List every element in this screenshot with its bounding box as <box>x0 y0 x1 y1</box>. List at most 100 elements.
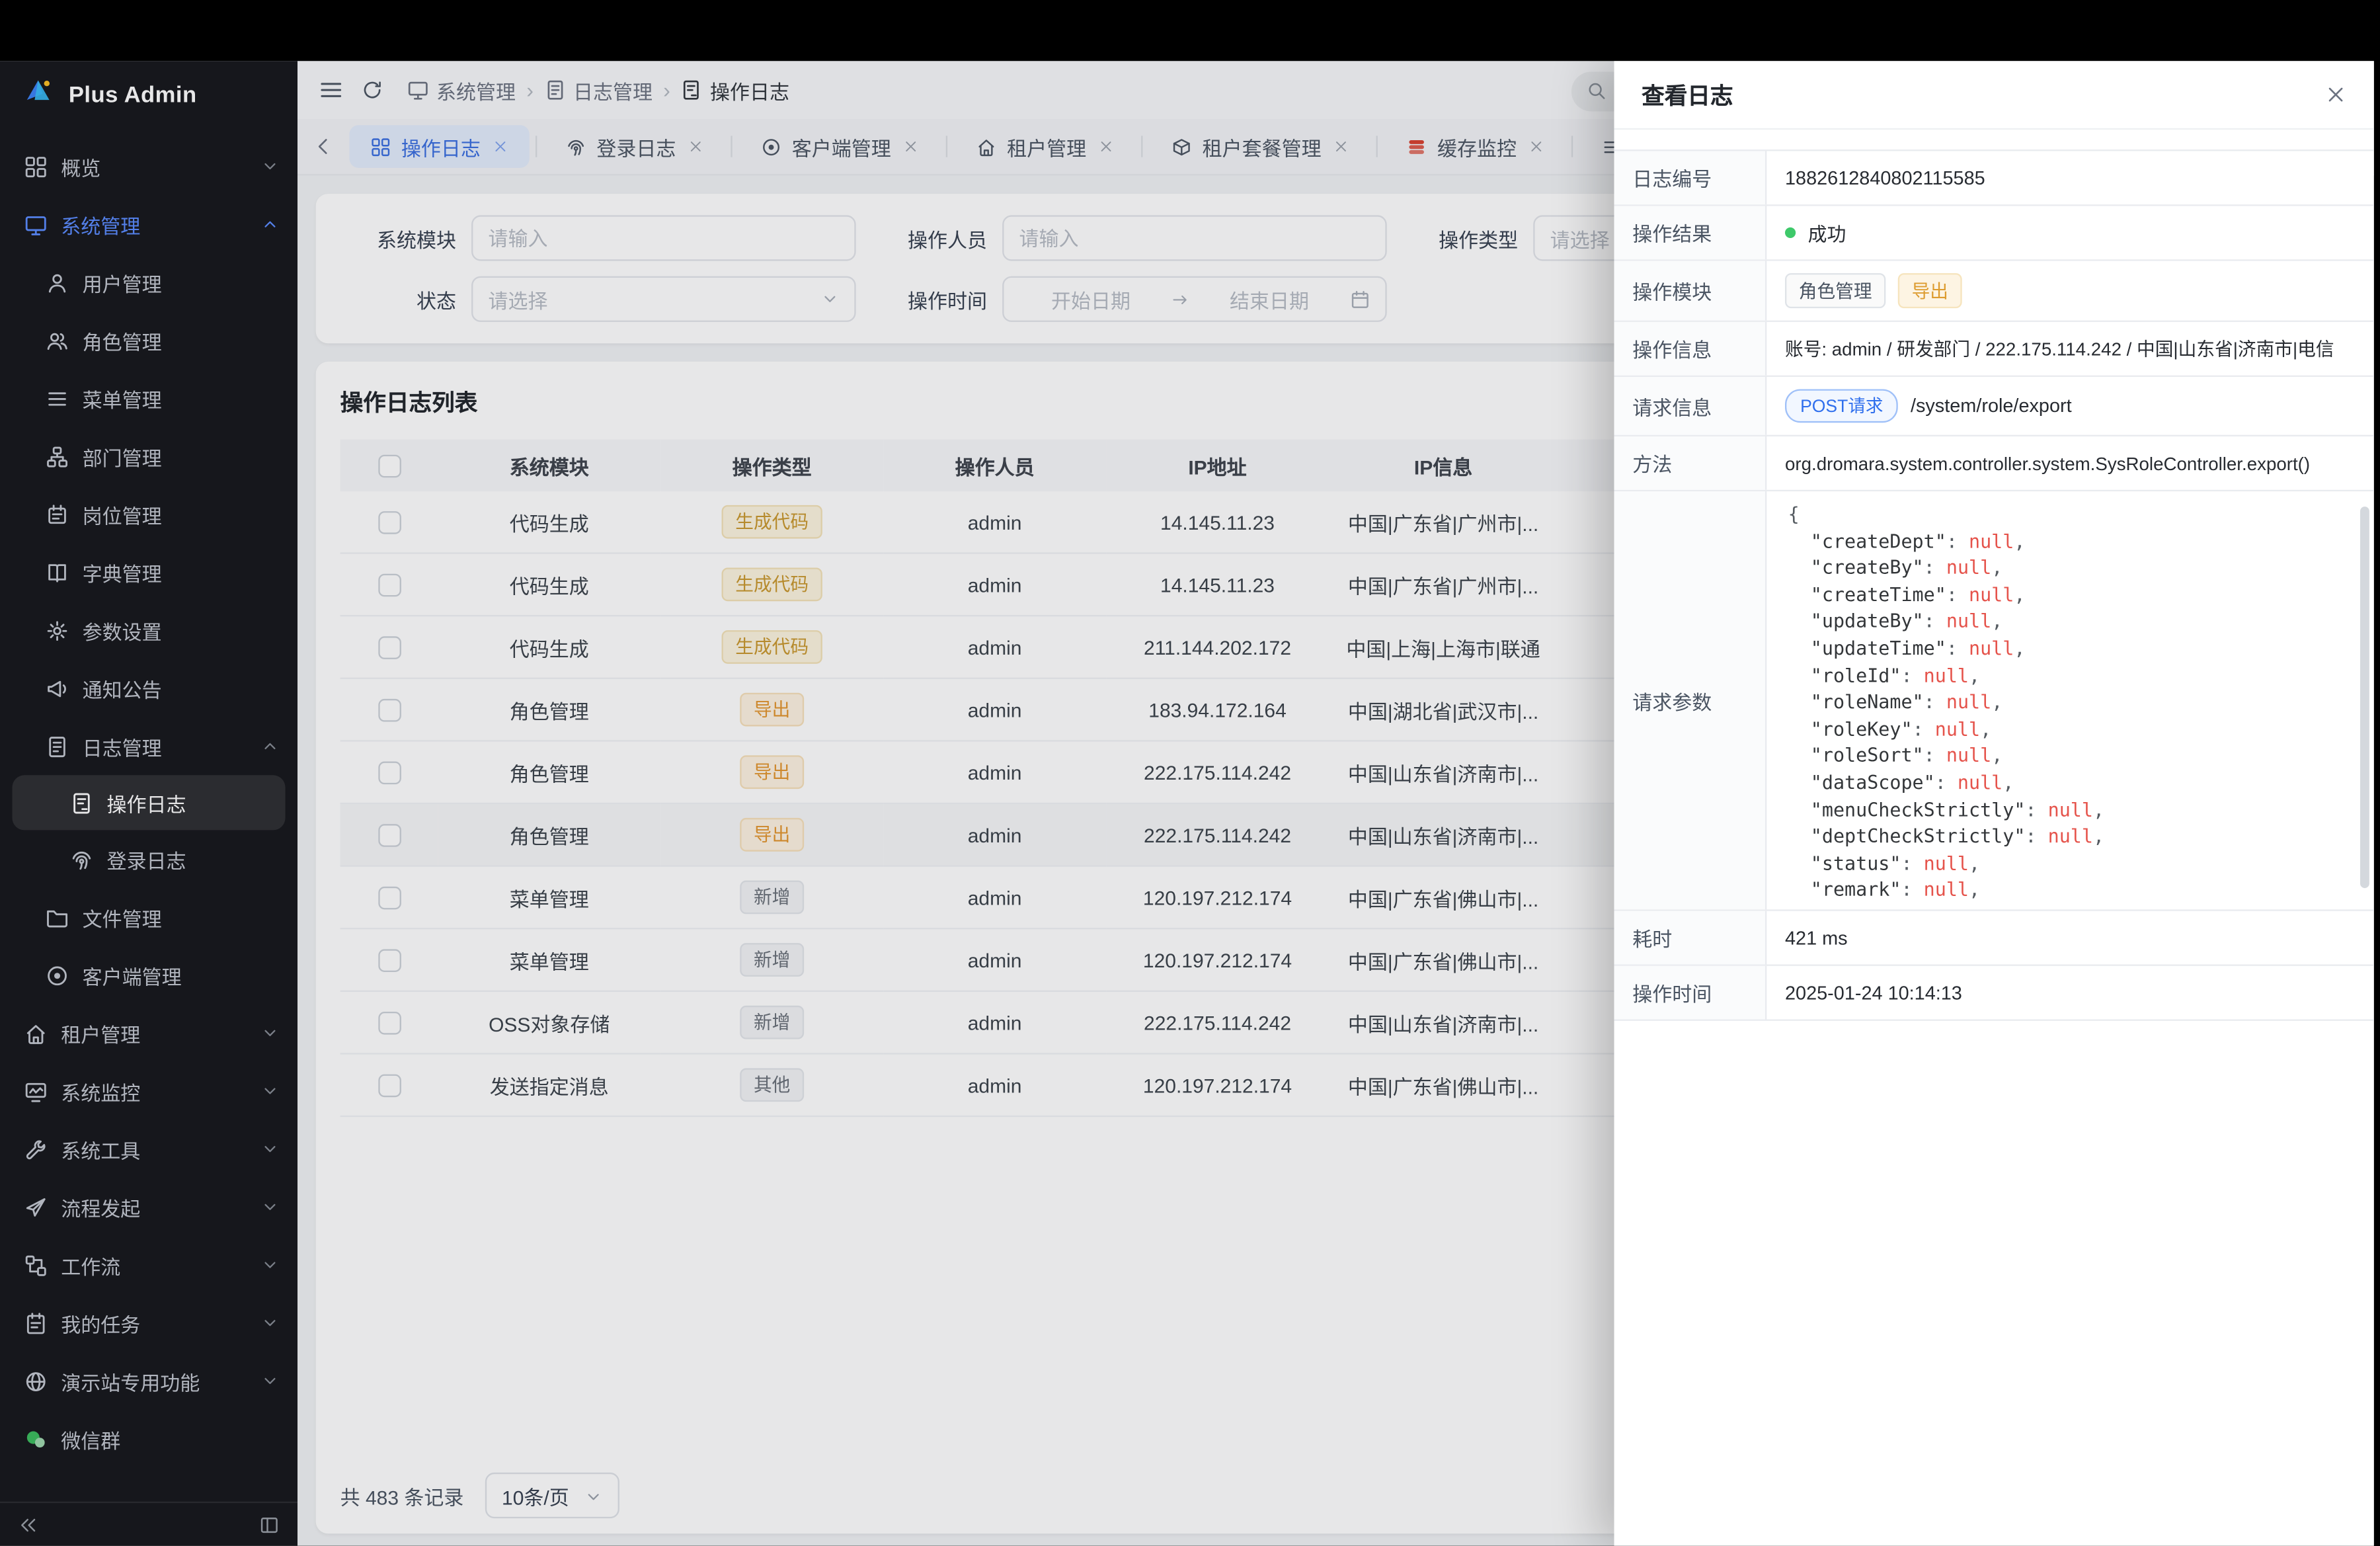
sidebar-item-my-tasks[interactable]: 我的任务 <box>0 1294 298 1352</box>
sidebar-item-post-mgmt[interactable]: 岗位管理 <box>0 485 298 544</box>
module-tag: 角色管理 <box>1785 273 1885 308</box>
row-checkbox[interactable] <box>377 887 401 910</box>
operation-time-daterange[interactable]: 开始日期结束日期 <box>1002 276 1387 322</box>
tab-tenant-mgmt[interactable]: 租户管理 <box>955 125 1135 168</box>
field-value: 1882612840802115585 <box>1785 167 1985 188</box>
sidebar-item-user-mgmt[interactable]: 用户管理 <box>0 253 298 311</box>
drawer-title: 查看日志 <box>1642 79 1733 110</box>
sidebar-item-system[interactable]: 系统管理 <box>0 195 298 253</box>
row-checkbox[interactable] <box>377 699 401 722</box>
status-select[interactable]: 请选择 <box>471 276 856 322</box>
tab-close-icon[interactable] <box>1529 139 1544 154</box>
row-checkbox[interactable] <box>377 949 401 972</box>
sidebar-item-dict-mgmt[interactable]: 字典管理 <box>0 544 298 602</box>
tab-cache-monitor[interactable]: 缓存监控 <box>1386 125 1566 168</box>
request-params-code[interactable]: { "createDept": null, "createBy": null, … <box>1766 491 2373 909</box>
pin-sidebar-button[interactable] <box>259 1514 279 1534</box>
operation-type-badge: 导出 <box>740 755 804 789</box>
sidebar-item-sys-tools[interactable]: 系统工具 <box>0 1120 298 1178</box>
tab-close-icon[interactable] <box>688 139 703 154</box>
sidebar-item-op-log[interactable]: 操作日志 <box>12 775 285 830</box>
row-checkbox[interactable] <box>377 1075 401 1098</box>
sidebar-item-overview[interactable]: 概览 <box>0 138 298 196</box>
row-checkbox[interactable] <box>377 824 401 847</box>
row-checkbox[interactable] <box>377 636 401 659</box>
operation-type-badge: 新增 <box>740 881 804 915</box>
close-icon[interactable] <box>2325 84 2346 105</box>
tab-label: 客户端管理 <box>792 132 891 161</box>
breadcrumb-item-system[interactable]: 系统管理 <box>407 75 516 104</box>
tab-op-log[interactable]: 操作日志 <box>349 125 529 168</box>
scrollbar-thumb[interactable] <box>2360 507 2369 888</box>
close-icon[interactable] <box>1529 139 1544 154</box>
field-value-cell: { "createDept": null, "createBy": null, … <box>1766 491 2373 909</box>
breadcrumb-label: 操作日志 <box>710 75 789 104</box>
hamburger-menu-button[interactable] <box>319 78 343 102</box>
tab-login-log[interactable]: 登录日志 <box>545 125 725 168</box>
sidebar-item-client-mgmt[interactable]: 客户端管理 <box>0 946 298 1004</box>
sidebar-item-workflow[interactable]: 工作流 <box>0 1236 298 1294</box>
sidebar-item-label: 用户管理 <box>83 268 162 297</box>
close-icon[interactable] <box>688 139 703 154</box>
log-icon <box>46 735 69 758</box>
sidebar-item-dept-mgmt[interactable]: 部门管理 <box>0 427 298 485</box>
operator-input[interactable] <box>1002 215 1387 261</box>
cell-operator: admin <box>883 553 1106 616</box>
sidebar-item-menu-mgmt[interactable]: 菜单管理 <box>0 369 298 427</box>
sidebar-item-tenant-mgmt[interactable]: 租户管理 <box>0 1004 298 1062</box>
app-logo[interactable]: Plus Admin <box>0 61 298 128</box>
sidebar-item-notice[interactable]: 通知公告 <box>0 659 298 717</box>
module-tag: 导出 <box>1898 273 1962 308</box>
collapse-sidebar-button[interactable] <box>19 1514 38 1534</box>
tab-close-icon[interactable] <box>1099 139 1114 154</box>
sidebar-item-login-log[interactable]: 登录日志 <box>0 830 298 888</box>
collapse-icon[interactable] <box>19 1514 38 1534</box>
select-all-checkbox[interactable] <box>377 455 401 478</box>
sidebar-item-label: 演示站专用功能 <box>61 1367 200 1396</box>
cell-operator: admin <box>883 928 1106 991</box>
close-icon[interactable] <box>1333 139 1349 154</box>
breadcrumb-item-op-log[interactable]: 操作日志 <box>681 75 789 104</box>
sidebar-item-param-settings[interactable]: 参数设置 <box>0 601 298 659</box>
sidebar-item-flow-start[interactable]: 流程发起 <box>0 1178 298 1237</box>
filter-label: 系统模块 <box>340 224 456 253</box>
field-label: 操作时间 <box>1614 966 1767 1020</box>
hamburger-icon[interactable] <box>319 78 343 102</box>
refresh-button[interactable] <box>362 79 383 101</box>
close-icon[interactable] <box>1099 139 1114 154</box>
drawer-field-module: 操作模块角色管理导出 <box>1614 261 2374 322</box>
close-icon[interactable] <box>2325 84 2346 105</box>
cell-module: 代码生成 <box>438 616 660 678</box>
sidebar-item-log-mgmt[interactable]: 日志管理 <box>0 717 298 776</box>
sidebar-item-demo-features[interactable]: 演示站专用功能 <box>0 1352 298 1410</box>
cell-ip-info: 中国|湖北省|武汉市|... <box>1329 678 1558 741</box>
tab-client-mgmt[interactable]: 客户端管理 <box>740 125 939 168</box>
tab-close-icon[interactable] <box>903 139 918 154</box>
operation-type-badge: 生成代码 <box>722 567 822 601</box>
tab-close-icon[interactable] <box>493 139 508 154</box>
refresh-icon[interactable] <box>362 79 383 101</box>
sidebar-item-sys-monitor[interactable]: 系统监控 <box>0 1062 298 1120</box>
chev-down-icon <box>261 1314 280 1332</box>
chev-left-icon[interactable] <box>313 136 334 157</box>
field-value: 账号: admin / 研发部门 / 222.175.114.242 / 中国|… <box>1785 336 2334 362</box>
sidebar-menu: 概览系统管理用户管理角色管理菜单管理部门管理岗位管理字典管理参数设置通知公告日志… <box>0 128 298 1502</box>
breadcrumb-item-log-mgmt[interactable]: 日志管理 <box>544 75 653 104</box>
field-label: 方法 <box>1614 436 1767 490</box>
sidebar-item-role-mgmt[interactable]: 角色管理 <box>0 311 298 370</box>
pin-icon[interactable] <box>259 1514 279 1534</box>
tabs-scroll-left-button[interactable] <box>309 133 337 161</box>
tab-tenant-package[interactable]: 租户套餐管理 <box>1150 125 1370 168</box>
close-icon[interactable] <box>493 139 508 154</box>
row-checkbox[interactable] <box>377 511 401 534</box>
row-checkbox[interactable] <box>377 1012 401 1035</box>
sidebar-item-wechat-group[interactable]: 微信群 <box>0 1410 298 1468</box>
field-label: 日志编号 <box>1614 151 1767 204</box>
page-size-select[interactable]: 10条/页 <box>485 1473 619 1518</box>
sidebar-item-file-mgmt[interactable]: 文件管理 <box>0 888 298 946</box>
close-icon[interactable] <box>903 139 918 154</box>
row-checkbox[interactable] <box>377 574 401 597</box>
tab-close-icon[interactable] <box>1333 139 1349 154</box>
row-checkbox[interactable] <box>377 762 401 785</box>
system-module-input[interactable] <box>471 215 856 261</box>
